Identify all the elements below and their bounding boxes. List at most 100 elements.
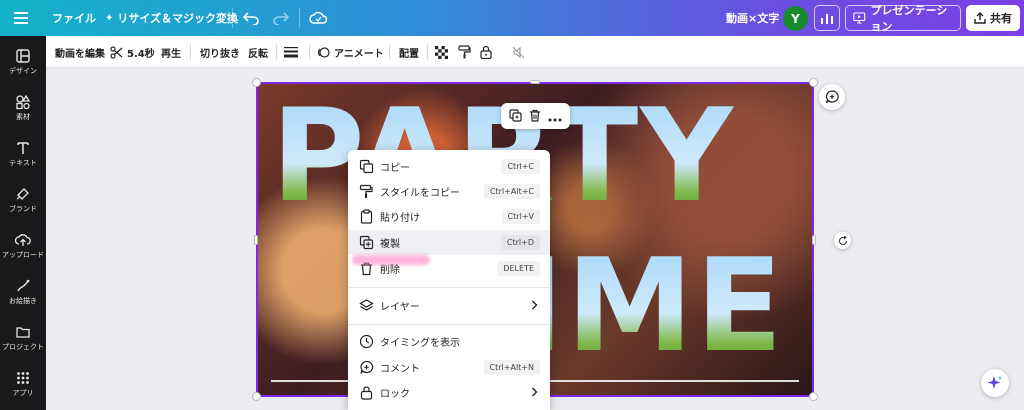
sidebar-item-draw[interactable]: お絵描き [0,274,46,318]
resize-handle-top-right[interactable] [809,78,818,87]
duplicate-icon[interactable] [509,107,522,126]
toolbar-divider [389,44,390,60]
sidebar-item-projects[interactable]: プロジェクト [0,320,46,364]
shortcut-badge: Ctrl+V [501,209,540,224]
menu-item-label: タイミングを表示 [380,338,460,349]
insights-button[interactable] [814,5,840,31]
avatar[interactable]: Y [783,6,808,31]
rotate-handle[interactable] [834,232,851,249]
context-toolbar: 動画を編集 5.4秒 再生 切り抜き 反転 アニメート 配置 [46,36,1024,68]
comment-add-icon [825,90,839,104]
sidebar-item-label: アップロード [2,251,44,259]
present-button[interactable]: プレゼンテーション [845,4,961,33]
resize-handle-left[interactable] [254,235,258,245]
magic-assistant-button[interactable] [981,369,1009,397]
menu-item-copy[interactable]: コピー Ctrl+C [348,154,550,179]
resize-handle-top[interactable] [530,80,540,84]
folder-icon [16,327,30,338]
sidebar-item-elements[interactable]: 素材 [0,90,46,134]
resize-handle-top-left[interactable] [252,78,261,87]
undo-icon[interactable] [243,0,259,36]
menu-divider [348,287,550,288]
copy-icon [359,159,374,174]
sidebar-item-label: 素材 [16,113,30,121]
duplicate-icon [359,235,374,250]
paint-roller-icon [359,184,373,198]
document-title[interactable]: 動画×文字 [726,0,779,36]
menu-item-label: 複製 [380,239,400,250]
file-menu[interactable]: ファイル [52,0,96,36]
shortcut-badge: Ctrl+C [501,159,540,174]
menu-item-duplicate[interactable]: 複製 Ctrl+D [348,230,550,255]
animate-icon [318,46,330,58]
position-button[interactable]: 配置 [399,36,419,68]
border-style-button[interactable] [284,36,298,68]
flip-button[interactable]: 反転 [248,36,268,68]
transparency-button[interactable] [435,36,448,68]
shortcut-badge: Ctrl+Alt+C [483,184,540,199]
resize-label: リサイズ＆マジック変換 [117,12,239,25]
clipboard-icon [360,209,373,224]
layout-icon [16,49,30,63]
muted-speaker-icon [512,46,525,58]
share-icon [974,12,986,24]
layers-icon [359,299,374,311]
sidebar-item-label: ブランド [9,205,37,213]
share-label: 共有 [990,12,1012,25]
trash-icon[interactable] [529,107,541,126]
resize-handle-right[interactable] [812,235,816,245]
sidebar-item-label: アプリ [12,389,34,397]
lock-icon [480,45,492,59]
lock-button[interactable] [480,36,492,68]
menu-item-show-timing[interactable]: タイミングを表示 [348,329,550,354]
menu-item-comment[interactable]: コメント Ctrl+Alt+N [348,355,550,380]
text-icon [17,142,29,154]
clock-icon [359,334,374,349]
redo-icon[interactable] [273,0,289,36]
resize-handle-bottom-left[interactable] [252,392,261,401]
trim-button[interactable]: 5.4秒 [110,36,155,68]
sidebar-item-design[interactable]: デザイン [0,44,46,88]
rotate-icon [838,235,847,245]
menu-item-copy-style[interactable]: スタイルをコピー Ctrl+Alt+C [348,179,550,204]
sidebar: デザイン 素材 テキスト ブランド アップロード お絵描き プロジェクト アプリ [0,36,46,410]
cloud-sync-icon[interactable] [309,0,327,36]
more-options-icon[interactable] [548,107,562,126]
highlight-annotation [352,255,430,265]
menu-item-layer[interactable]: レイヤー [348,293,550,318]
copy-style-button[interactable] [458,36,471,68]
shortcut-badge: Ctrl+Alt+N [483,360,540,375]
resize-button[interactable]: ✦ リサイズ＆マジック変換 [105,0,238,36]
sidebar-item-text[interactable]: テキスト [0,136,46,180]
menu-item-paste[interactable]: 貼り付け Ctrl+V [348,204,550,229]
menu-item-label: コメント [380,364,420,375]
sidebar-item-label: お絵描き [9,297,37,305]
upload-icon [15,234,31,246]
play-button[interactable]: 再生 [161,36,181,68]
menu-item-lock[interactable]: ロック [348,380,550,405]
menu-icon[interactable] [14,0,28,36]
share-button[interactable]: 共有 [966,5,1020,31]
mute-button[interactable] [512,36,525,68]
menu-item-label: レイヤー [380,302,420,313]
present-icon [853,12,866,24]
add-comment-button[interactable] [819,84,845,110]
scissors-icon [110,45,123,59]
brand-icon [16,188,29,200]
sidebar-item-uploads[interactable]: アップロード [0,228,46,272]
toolbar-divider [276,44,277,60]
edit-video-button[interactable]: 動画を編集 [55,36,105,68]
top-bar: ファイル ✦ リサイズ＆マジック変換 動画×文字 Y プレゼンテーション 共有 [0,0,1024,36]
topbar-divider [232,8,233,28]
shortcut-badge: Ctrl+D [500,235,540,250]
sidebar-item-apps[interactable]: アプリ [0,366,46,410]
menu-item-label: スタイルをコピー [380,188,460,199]
line-weight-icon [284,47,298,58]
sidebar-item-brand[interactable]: ブランド [0,182,46,226]
toolbar-divider [427,44,428,60]
resize-handle-bottom-right[interactable] [809,392,818,401]
crop-button[interactable]: 切り抜き [200,36,240,68]
draw-icon [17,279,30,292]
shortcut-badge: DELETE [497,261,540,276]
animate-button[interactable]: アニメート [317,36,384,68]
